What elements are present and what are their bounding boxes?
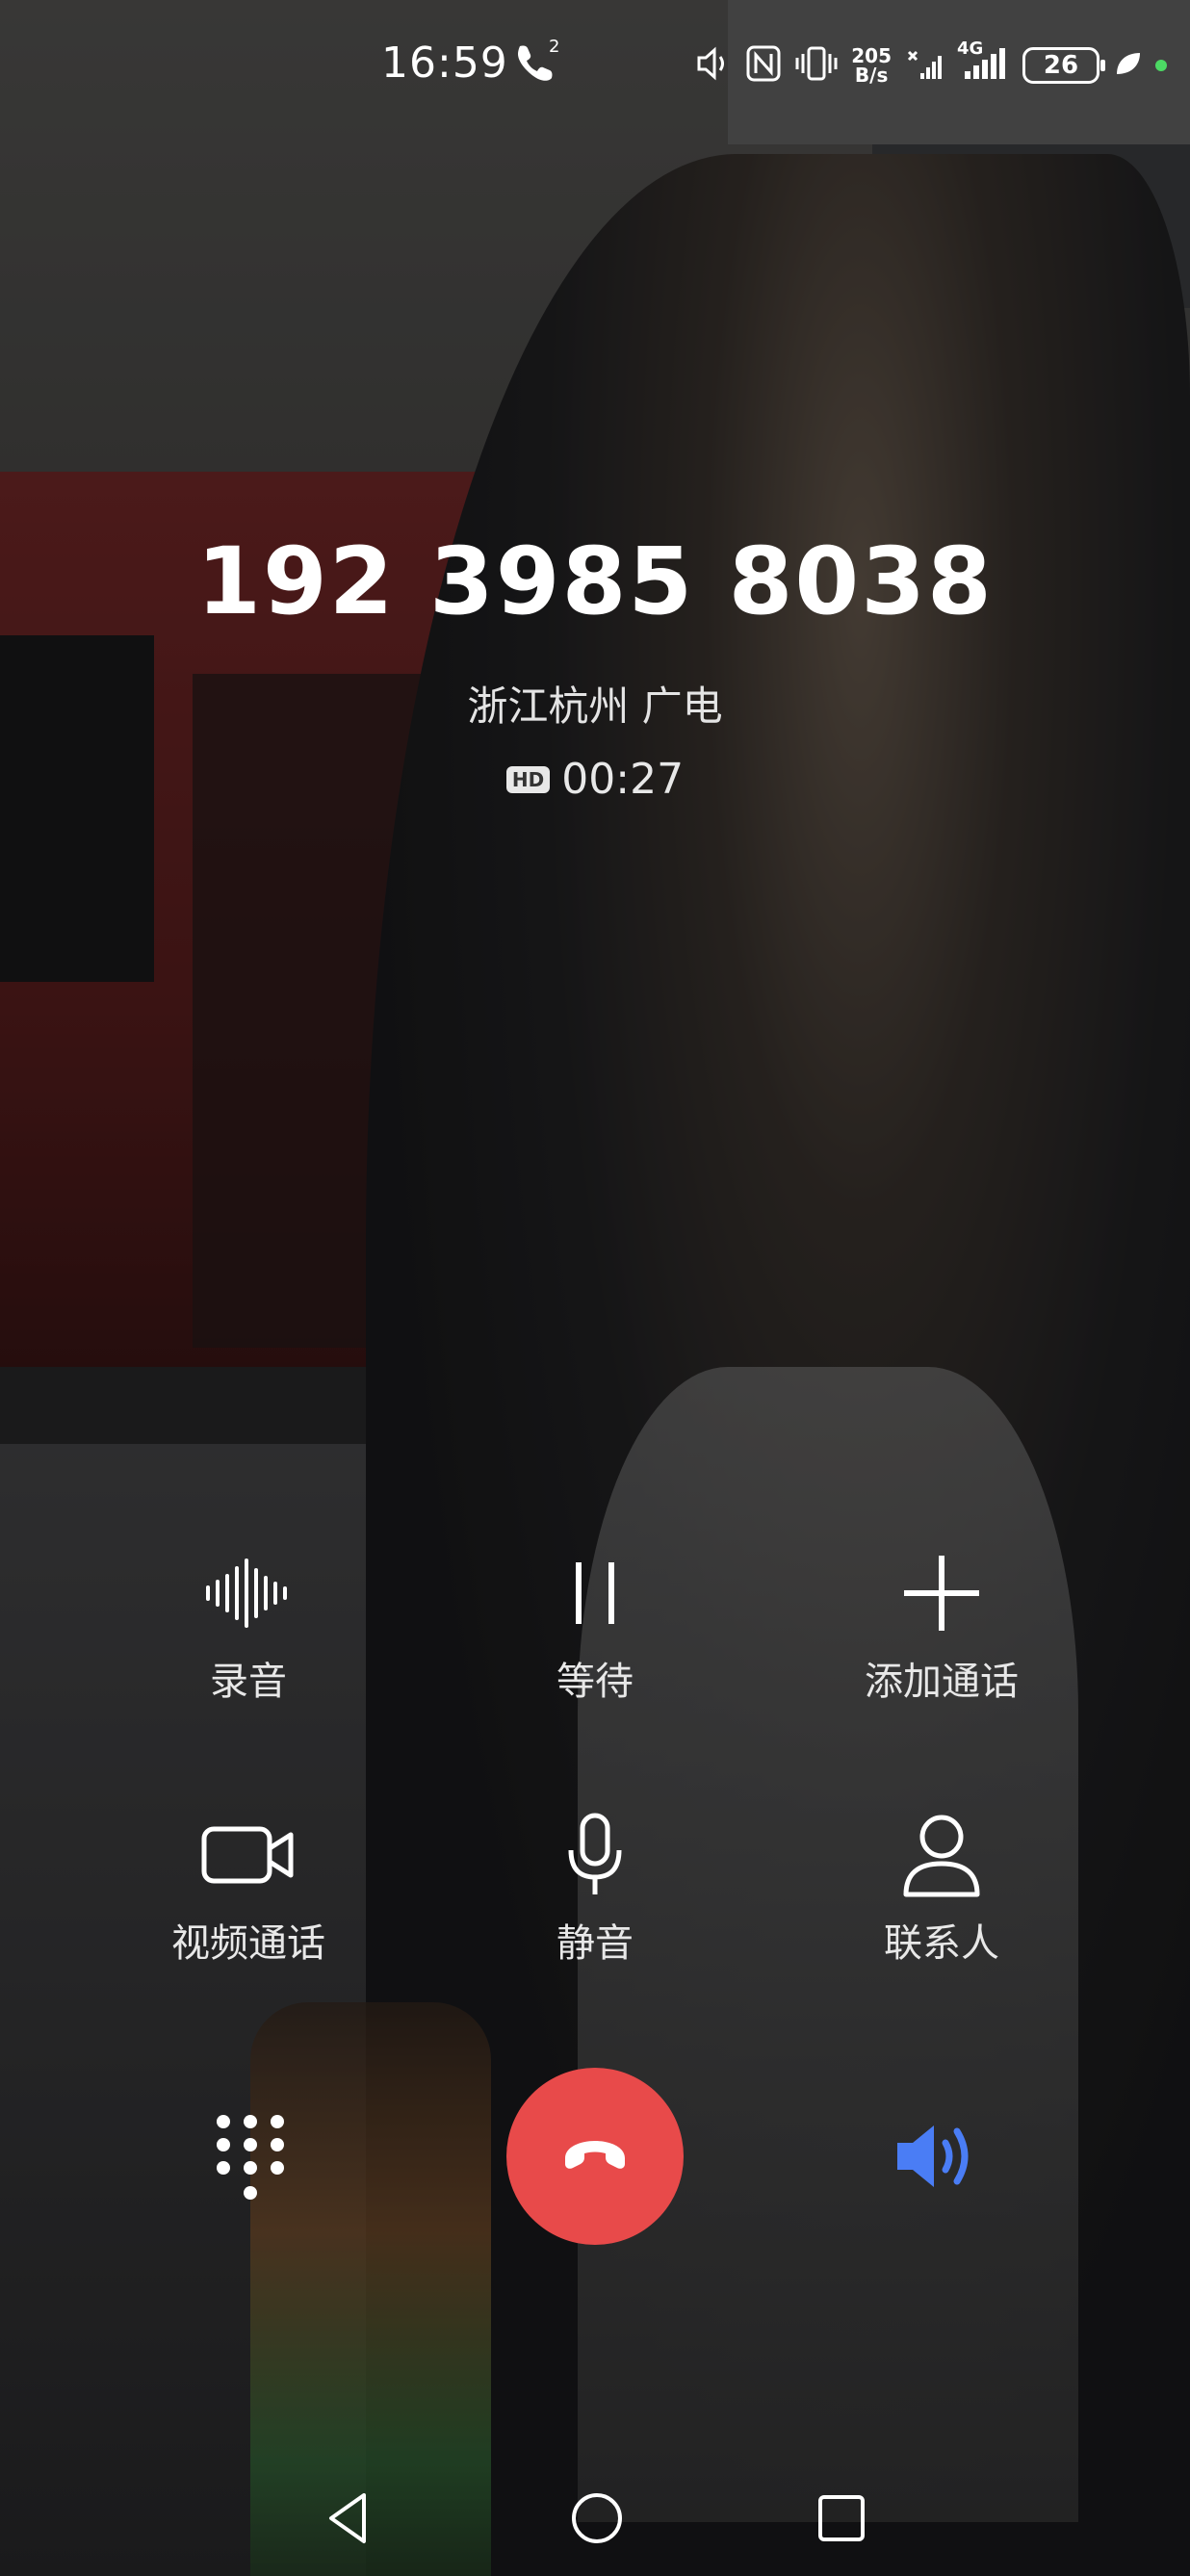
back-button[interactable] (323, 2489, 372, 2551)
recents-button[interactable] (816, 2493, 867, 2547)
contact-person-icon (797, 1812, 1086, 1898)
speaker-icon (897, 2125, 969, 2187)
video-call-label: 视频通话 (171, 1921, 325, 1966)
mute-label: 静音 (556, 1921, 634, 1966)
call-count-badge: 2 (549, 37, 560, 57)
record-button[interactable]: 录音 (104, 1550, 393, 1706)
hang-up-icon (565, 2141, 625, 2169)
wifi-off-icon (905, 44, 944, 87)
volume-icon (693, 44, 732, 87)
status-time: 16:59 (381, 39, 508, 88)
pause-icon (451, 1550, 739, 1636)
privacy-indicator-dot (1155, 60, 1167, 71)
hold-label: 等待 (556, 1660, 634, 1704)
hold-button[interactable]: 等待 (451, 1550, 739, 1706)
contacts-button[interactable]: 联系人 (797, 1812, 1086, 1968)
hd-badge: HD (505, 765, 551, 793)
caller-location: 浙江杭州 广电 (467, 683, 723, 730)
add-call-button[interactable]: 添加通话 (797, 1550, 1086, 1706)
status-bar: 16:59 2 205 B/s 4G 26 (0, 0, 1190, 131)
video-call-button[interactable]: 视频通话 (104, 1812, 393, 1968)
active-call-icon: 2 (512, 37, 560, 89)
battery-icon: 26 (1022, 47, 1105, 84)
record-label: 录音 (210, 1660, 287, 1704)
vibrate-icon (795, 44, 838, 87)
nfc-icon (745, 44, 782, 87)
record-waveform-icon (104, 1550, 393, 1636)
call-timer: 00:27 (561, 755, 685, 804)
end-call-button[interactable] (506, 2068, 684, 2245)
call-duration: HD 00:27 (0, 755, 1190, 804)
dialpad-button[interactable] (212, 2110, 289, 2206)
mute-button[interactable]: 静音 (451, 1812, 739, 1968)
add-icon (797, 1550, 1086, 1636)
leaf-icon (1113, 49, 1142, 82)
home-button[interactable] (568, 2489, 626, 2551)
add-call-label: 添加通话 (865, 1660, 1019, 1704)
recents-square-icon (818, 2495, 865, 2541)
home-circle-icon (572, 2493, 622, 2543)
navigation-bar (0, 2464, 1190, 2576)
network-speed: 205 B/s (851, 44, 892, 87)
cellular-signal-icon: 4G (957, 39, 1009, 87)
speaker-button[interactable] (892, 2118, 988, 2195)
back-triangle-icon (329, 2493, 366, 2543)
video-camera-icon (104, 1812, 393, 1898)
contacts-label: 联系人 (884, 1921, 999, 1966)
caller-number: 192 3985 8038 (196, 528, 994, 635)
microphone-icon (451, 1812, 739, 1898)
dialpad-icon (217, 2115, 284, 2200)
